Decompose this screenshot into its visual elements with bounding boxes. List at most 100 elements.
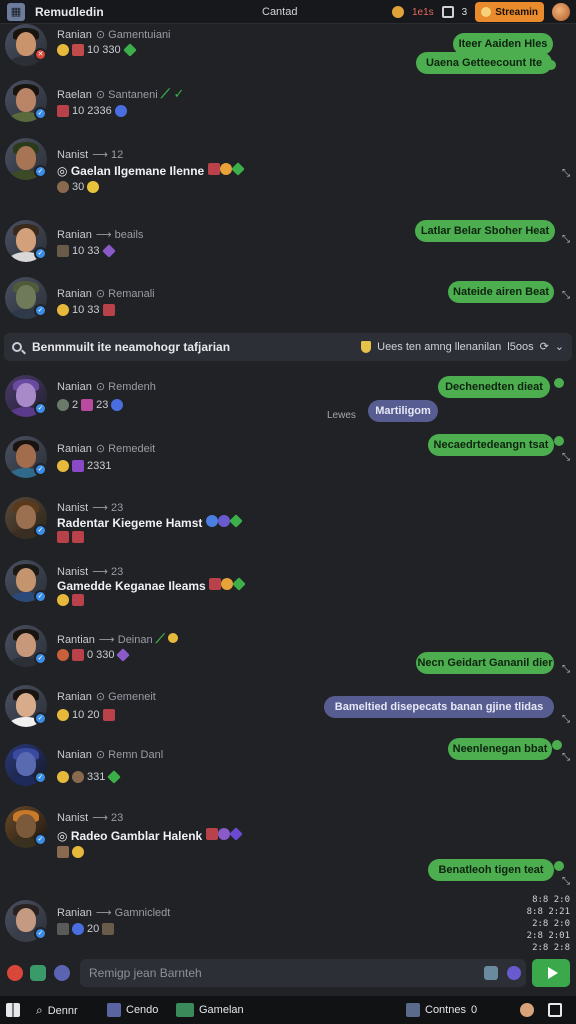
sticker-icon[interactable] <box>30 965 46 981</box>
taskbar-item-2[interactable]: Cendo <box>107 1003 158 1017</box>
chat-bubble[interactable]: Neenlenegan bbat <box>448 738 552 760</box>
token-icon <box>72 771 84 783</box>
gem-icon <box>116 648 131 662</box>
search-input[interactable]: Benmmuilt ite neamohogr tafjarian <box>32 340 230 354</box>
bubble-tail <box>554 861 564 871</box>
reaction-row <box>57 594 84 606</box>
chat-bubble[interactable]: Martiligom <box>368 400 438 422</box>
app-icon <box>107 1003 121 1017</box>
expand-icon[interactable]: ⤡ <box>562 290 570 301</box>
verified-badge-icon: ✓ <box>34 927 47 940</box>
gem-icon <box>122 43 137 57</box>
reaction-row: 10 20 <box>57 709 115 721</box>
message-author: Rantian ⟶ Deinan ⟋ <box>57 631 178 647</box>
verified-badge-icon: ✓ <box>34 304 47 317</box>
attach-icon[interactable] <box>507 966 521 980</box>
chat-bubble[interactable]: Uaena Getteecount Ite <box>416 52 552 74</box>
inbox-icon[interactable] <box>441 6 454 18</box>
gift-icon <box>72 531 84 543</box>
search-bar[interactable]: Benmmuilt ite neamohogr tafjarian Uees t… <box>4 333 572 361</box>
message-input[interactable] <box>80 959 526 987</box>
reaction-row <box>57 531 84 543</box>
taskbar-grid-button[interactable] <box>6 1003 20 1017</box>
reaction-row: 10 33 <box>57 244 116 258</box>
message-composer <box>0 956 576 990</box>
coin-icon <box>57 181 69 193</box>
verified-badge-icon: ✓ <box>34 107 47 120</box>
chat-bubble[interactable]: Necaedrtedeangn tsat <box>428 434 554 456</box>
gift-icon <box>102 709 115 721</box>
message-author: Ranian ⊙ Gemeneit <box>57 691 156 703</box>
window-icon <box>406 1003 420 1017</box>
gift-icon <box>72 594 84 606</box>
emoji-icon[interactable] <box>54 965 70 981</box>
expand-icon[interactable]: ⤡ <box>562 714 570 725</box>
timestamp: 2:8 2:0 <box>532 919 570 929</box>
chat-bubble[interactable]: Bameltied disepecats banan gjine tlidas <box>324 696 554 718</box>
verified-badge-icon: ✓ <box>34 402 47 415</box>
message-author: Nanist ⟶ 23 <box>57 502 124 514</box>
message-row[interactable]: ✓ Raelan ⊙ Santaneni ⟋ ✓ 10 2336 <box>0 80 576 124</box>
taskbar-item-3[interactable]: Gamelan <box>176 1003 244 1017</box>
verified-badge-icon: ✓ <box>34 652 47 665</box>
message-author: Ranian ⊙ Remedeit <box>57 443 156 455</box>
app-title: Remudledin <box>35 4 104 19</box>
expand-icon[interactable]: ⤡ <box>562 168 570 179</box>
chat-bubble[interactable]: Latlar Belar Sboher Heat <box>415 220 555 242</box>
inbox-count: 3 <box>461 6 468 18</box>
message-row[interactable]: ✓ Nanist ⟶ 23 ◎ Radeo Gamblar Halenk <box>0 806 576 858</box>
gift-icon <box>57 105 69 117</box>
search-icon <box>12 342 22 352</box>
window-title: Cantad <box>262 6 298 18</box>
expand-icon[interactable]: ⤡ <box>562 234 570 245</box>
expand-icon[interactable]: ⤡ <box>562 664 570 675</box>
taskbar-item-4[interactable]: Contnes 0 <box>406 1003 477 1017</box>
chat-bubble[interactable]: Benatleoh tigen teat <box>428 859 554 881</box>
grid-icon <box>6 1003 20 1017</box>
send-button[interactable] <box>532 959 570 987</box>
coin-icon <box>57 594 69 606</box>
refresh-icon[interactable]: ⟳ <box>540 340 549 353</box>
coin-icon <box>391 6 404 18</box>
message-row[interactable]: ✓ Nanist ⟶ 12 ◎ Gaelan Ilgemane Ilenne 30… <box>0 138 576 193</box>
top-stat: 1e1s <box>411 6 434 18</box>
reaction-row <box>57 846 84 858</box>
message-row[interactable]: ✓ Ranian ⟶ Gamnicledt 20 <box>0 900 576 944</box>
reaction-row: 2 23 <box>57 399 124 411</box>
expand-icon[interactable]: ⤡ <box>562 752 570 763</box>
message-author: Raelan ⊙ Santaneni ⟋ ✓ <box>57 86 185 101</box>
chevron-down-icon[interactable]: ⌄ <box>555 340 564 353</box>
timestamp-list: 8:8 2:0 8:8 2:21 2:8 2:0 2:8 2:01 2:8 2:… <box>527 894 570 954</box>
coin-icon <box>57 304 69 316</box>
title-bar: ▦ Remudledin Cantad 1e1s 3 Streamin <box>0 0 576 24</box>
verified-badge-icon: ✓ <box>34 712 47 725</box>
user-avatar[interactable] <box>552 3 570 21</box>
gift-icon <box>72 649 84 661</box>
reaction-row: 30 <box>57 181 100 193</box>
shield-icon <box>361 340 372 353</box>
message-text: Gamedde Keganae Ileams <box>57 577 246 593</box>
profile-avatar[interactable] <box>520 1003 534 1017</box>
reaction-row: 2331 <box>57 460 111 472</box>
chat-bubble[interactable]: Dechenedten dieat <box>438 376 550 398</box>
search-icon: ⌕ <box>36 1003 43 1017</box>
taskbar-item-1[interactable]: ⌕ Dennr <box>36 1003 78 1018</box>
stream-button[interactable]: Streamin <box>475 2 544 22</box>
reaction-row: 331 <box>57 770 122 784</box>
expand-icon[interactable]: ⤡ <box>562 452 570 463</box>
chat-bubble[interactable]: Nateide airen Beat <box>448 281 554 303</box>
coin-icon <box>72 846 84 858</box>
orb-icon <box>72 923 84 935</box>
notification-icon[interactable] <box>548 1003 562 1017</box>
camera-icon[interactable] <box>484 966 498 980</box>
message-row[interactable]: ✓ Nanist ⟶ 23 Radentar Kiegeme Hamst <box>0 497 576 545</box>
search-filter-text: Uees ten amng llenanilan <box>377 340 502 353</box>
record-icon[interactable] <box>7 965 23 981</box>
message-author: Nanist ⟶ 12 <box>57 149 124 161</box>
app-logo-icon: ▦ <box>7 2 25 21</box>
message-author: Ranian ⊙ Remanali <box>57 288 155 300</box>
gift-icon <box>57 846 69 858</box>
expand-icon[interactable]: ⤡ <box>562 876 570 887</box>
chat-bubble[interactable]: Necn Geidart Gananil dier <box>416 652 554 674</box>
message-row[interactable]: ✓ Nanist ⟶ 23 Gamedde Keganae Ileams <box>0 560 576 608</box>
